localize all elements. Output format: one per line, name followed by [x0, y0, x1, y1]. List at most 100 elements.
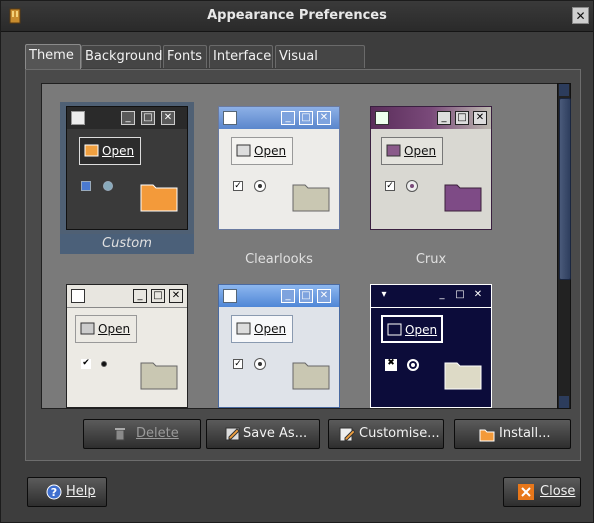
help-label: Help	[66, 484, 96, 499]
preview-radio	[103, 181, 113, 191]
preview-maximize-icon: □	[455, 111, 469, 125]
preview-maximize-icon: □	[151, 289, 165, 303]
preview-open-button: Open	[381, 137, 443, 165]
preview-menu-icon	[223, 289, 237, 303]
tab-theme-label: Theme	[29, 48, 74, 63]
close-icon	[518, 484, 534, 500]
preview-close-icon: ✕	[317, 289, 331, 303]
theme-preview: _ □ ✕ Open ✓	[218, 284, 340, 408]
preview-open-icon	[387, 323, 402, 336]
theme-preview: _ □ ✕ Open	[66, 106, 188, 230]
save-as-button[interactable]: Save As...	[206, 419, 320, 449]
theme-tile-5[interactable]: _ □ ✕ Open ✓	[212, 280, 346, 408]
preview-open-label: Open	[405, 323, 438, 337]
preview-folder-icon	[292, 362, 330, 390]
preview-menu-icon	[71, 289, 85, 303]
preview-maximize-icon: □	[299, 289, 313, 303]
theme-preview: _ □ ✕ Open ✓	[370, 106, 492, 230]
preview-open-label: Open	[98, 322, 131, 336]
preview-folder-icon	[140, 362, 178, 390]
customise-icon	[339, 427, 355, 442]
delete-button[interactable]: Delete	[83, 419, 201, 449]
scroll-thumb[interactable]	[559, 98, 571, 280]
preview-radio	[101, 361, 107, 367]
preview-close-icon: ✕	[161, 111, 175, 125]
preview-checkbox: ✖	[385, 359, 397, 371]
preview-close-icon: ✕	[317, 111, 331, 125]
theme-tile-4[interactable]: _ □ ✕ Open ✔	[60, 280, 194, 408]
scroll-up-arrow[interactable]	[559, 84, 569, 96]
tab-background[interactable]: Background	[81, 45, 163, 68]
preview-minimize-icon: _	[281, 289, 295, 303]
tab-fonts[interactable]: Fonts	[163, 45, 207, 68]
install-label: Install...	[499, 426, 551, 441]
theme-preview: ▾ _ □ ✕ Open ✖	[370, 284, 492, 408]
preview-menu-icon: ▾	[381, 289, 387, 300]
preview-titlebar: _ □ ✕	[219, 107, 339, 129]
preview-folder-icon	[444, 362, 482, 390]
tab-theme[interactable]: Theme	[25, 44, 81, 69]
install-button[interactable]: Install...	[454, 419, 571, 449]
theme-actions: Delete Save As... Customise... Install..…	[1, 419, 594, 449]
preview-open-button: Open	[79, 137, 141, 165]
preview-checkbox: ✓	[385, 181, 395, 191]
preview-checkbox: ✓	[233, 181, 243, 191]
preview-radio	[407, 181, 417, 191]
preview-checkbox: ✓	[233, 359, 243, 369]
preview-minimize-icon: _	[437, 111, 451, 125]
theme-list[interactable]: _ □ ✕ Open Custom _ □ ✕ Open ✓ Clearlook…	[41, 83, 559, 409]
tab-interface[interactable]: Interface	[209, 45, 273, 68]
preview-folder-icon	[140, 184, 178, 212]
scroll-down-arrow[interactable]	[559, 396, 569, 408]
preview-minimize-icon: _	[439, 289, 445, 300]
preview-minimize-icon: _	[121, 111, 135, 125]
preview-checkbox	[81, 181, 91, 191]
preview-open-label: Open	[254, 322, 287, 336]
help-button[interactable]: ? Help	[27, 477, 107, 507]
preview-close-icon: ✕	[473, 111, 487, 125]
preview-checkbox: ✔	[81, 358, 91, 369]
tab-visual-effects[interactable]: Visual Effects	[275, 45, 365, 86]
preview-menu-icon	[71, 111, 85, 125]
save-as-label: Save As...	[243, 426, 308, 441]
theme-name: Clearlooks	[245, 252, 313, 267]
preview-minimize-icon: _	[281, 111, 295, 125]
preview-maximize-icon: □	[299, 111, 313, 125]
theme-tile-6[interactable]: ▾ _ □ ✕ Open ✖	[364, 280, 498, 408]
theme-tile-clearlooks[interactable]: _ □ ✕ Open ✓ Clearlooks	[212, 102, 346, 267]
title-bar[interactable]: Appearance Preferences ✕	[1, 1, 593, 32]
theme-preview: _ □ ✕ Open ✓	[218, 106, 340, 230]
preview-titlebar: _ □ ✕	[371, 107, 491, 129]
window-close-icon[interactable]: ✕	[572, 7, 589, 24]
preview-open-button: Open	[231, 315, 293, 343]
preview-menu-icon	[375, 111, 389, 125]
appearance-preferences-window: Appearance Preferences ✕ Theme Backgroun…	[0, 0, 594, 523]
preview-folder-icon	[444, 184, 482, 212]
install-icon	[479, 429, 495, 442]
preview-titlebar: _ □ ✕	[219, 285, 339, 307]
theme-tile-crux[interactable]: _ □ ✕ Open ✓ Crux	[364, 102, 498, 267]
close-button[interactable]: Close	[503, 477, 581, 507]
customise-button[interactable]: Customise...	[328, 419, 444, 449]
tab-fonts-label: Fonts	[167, 49, 203, 64]
preview-radio	[407, 359, 419, 371]
delete-label: Delete	[136, 426, 179, 441]
preview-titlebar: ▾ _ □ ✕	[371, 285, 491, 308]
theme-name: Custom	[60, 234, 194, 254]
preview-menu-icon	[223, 111, 237, 125]
preview-open-icon	[386, 144, 401, 157]
trash-icon	[115, 428, 125, 441]
preview-folder-icon	[292, 184, 330, 212]
preview-close-icon: ✕	[473, 289, 483, 300]
save-as-icon	[225, 427, 240, 441]
theme-preview: _ □ ✕ Open ✔	[66, 284, 188, 408]
theme-tile-custom[interactable]: _ □ ✕ Open Custom	[60, 102, 194, 254]
preview-open-icon	[84, 144, 99, 157]
preview-open-button: Open	[381, 315, 443, 343]
theme-list-scrollbar[interactable]	[557, 83, 571, 409]
preview-open-button: Open	[75, 315, 137, 343]
preview-maximize-icon: □	[455, 289, 465, 300]
preview-titlebar: _ □ ✕	[67, 285, 187, 308]
preview-radio	[255, 359, 265, 369]
preview-minimize-icon: _	[133, 289, 147, 303]
